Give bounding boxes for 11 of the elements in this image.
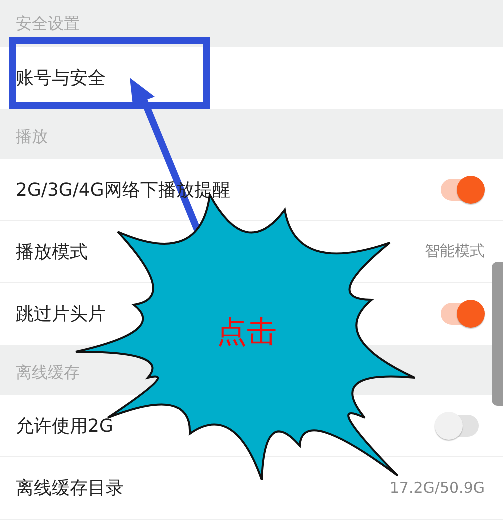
row-label: 账号与安全	[16, 67, 106, 90]
row-value: 智能模式	[425, 242, 485, 261]
row-label: 跳过片头片	[16, 303, 106, 326]
section-header: 离线缓存	[15, 362, 81, 384]
row-value: 17.2G/50.9G	[390, 479, 485, 497]
row-label: 播放模式	[16, 240, 88, 264]
section-header: 播放	[15, 126, 49, 148]
section-header: 安全设置	[15, 13, 81, 35]
callout-text: 点击	[217, 315, 277, 350]
row-label: 允许使用2G	[16, 414, 114, 438]
row-label: 离线缓存目录	[16, 477, 124, 500]
